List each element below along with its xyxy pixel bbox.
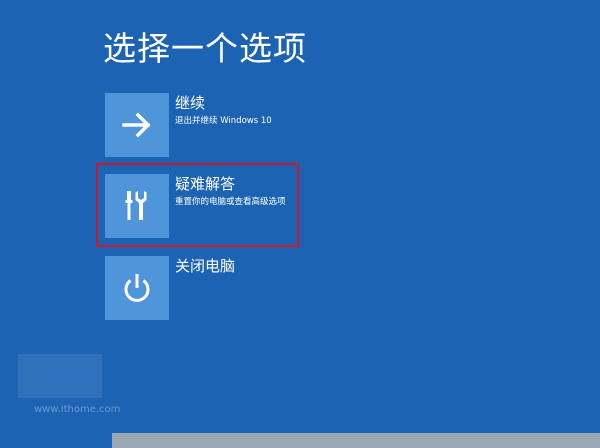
highlight-box [96, 163, 299, 247]
continue-option[interactable]: 继续 退出并继续 Windows 10 [105, 93, 405, 159]
arrow-right-icon [122, 112, 151, 138]
shutdown-label: 关闭电脑 [175, 257, 236, 275]
watermark-text: www.ithome.com [34, 404, 121, 415]
continue-description: 退出并继续 Windows 10 [175, 116, 272, 126]
power-icon [124, 274, 150, 302]
shutdown-tile[interactable] [105, 256, 169, 320]
bottom-strip [112, 433, 600, 448]
shutdown-option[interactable]: 关闭电脑 [105, 256, 405, 322]
continue-tile[interactable] [105, 93, 169, 157]
watermark-blur [18, 354, 102, 398]
page-title: 选择一个选项 [103, 29, 307, 68]
continue-label: 继续 [175, 94, 206, 112]
